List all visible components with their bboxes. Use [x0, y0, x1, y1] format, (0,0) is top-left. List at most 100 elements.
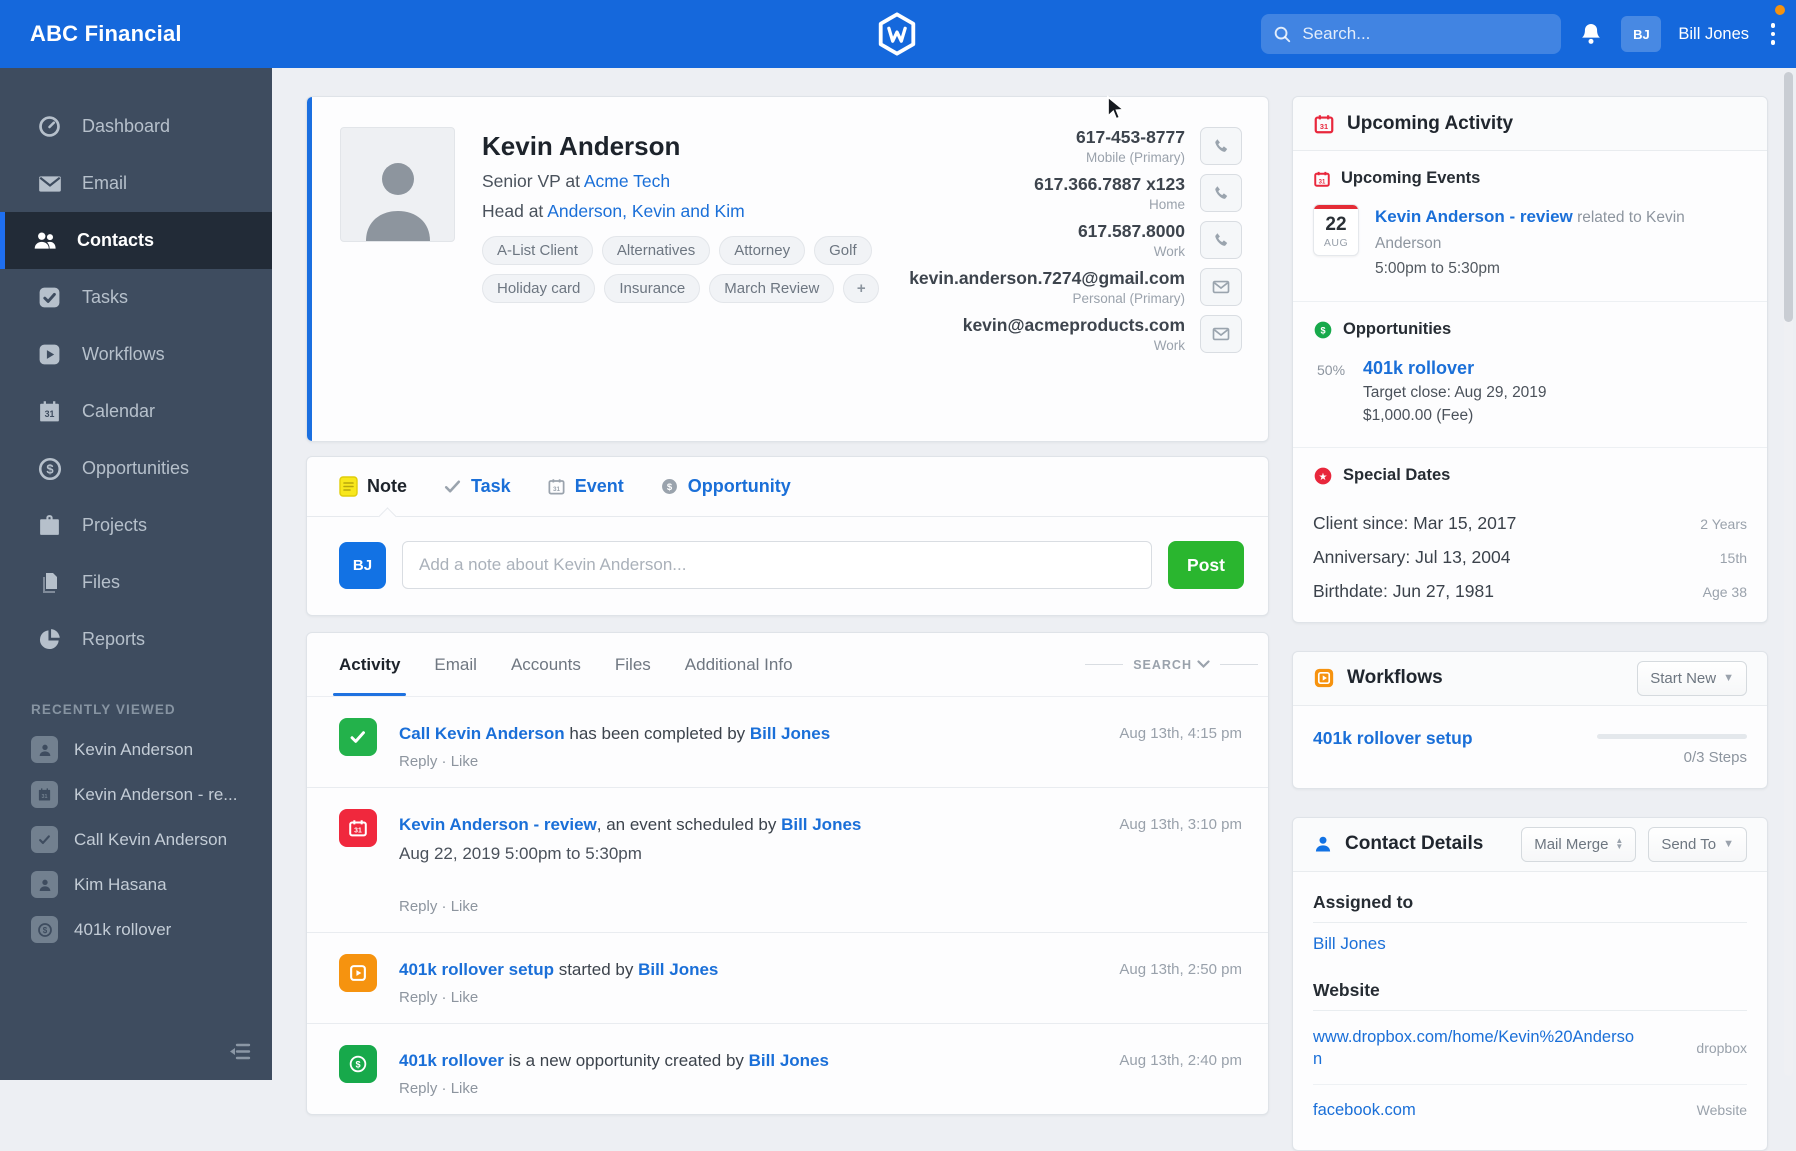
sidebar-nav: Dashboard Email Contacts Tasks Workflows… [0, 68, 272, 1080]
tab-additional-info[interactable]: Additional Info [685, 633, 793, 696]
upcoming-activity-panel: 31 Upcoming Activity 31 Upcoming Events … [1292, 96, 1768, 623]
contact-details-panel: Contact Details Mail Merge▲▼ Send To▼ As… [1292, 817, 1768, 1151]
check-icon [443, 477, 462, 496]
call-button[interactable] [1200, 127, 1242, 165]
opportunity-percent: 50% [1317, 362, 1363, 425]
feed-item-timestamp: Aug 13th, 3:10 pm [1119, 816, 1242, 915]
call-button[interactable] [1200, 221, 1242, 259]
composer-tab-opportunity[interactable]: $ Opportunity [660, 476, 791, 497]
email-entry: kevin.anderson.7274@gmail.comPersonal (P… [892, 268, 1242, 306]
send-email-button[interactable] [1200, 315, 1242, 353]
recent-item-contact[interactable]: Kevin Anderson [0, 727, 272, 772]
user-avatar[interactable]: BJ [1621, 16, 1661, 52]
recent-item-label: Kevin Anderson [74, 740, 193, 760]
feed-item-title-link[interactable]: 401k rollover setup [399, 960, 554, 979]
tag-pill[interactable]: Alternatives [602, 236, 710, 265]
event-title-link[interactable]: Kevin Anderson - review [1375, 207, 1573, 226]
call-button[interactable] [1200, 174, 1242, 212]
assignee-link[interactable]: Bill Jones [1313, 934, 1747, 954]
tab-accounts[interactable]: Accounts [511, 633, 581, 696]
like-link[interactable]: Like [451, 753, 479, 770]
sidebar-item-opportunities[interactable]: $ Opportunities [0, 440, 272, 497]
composer-tab-task[interactable]: Task [443, 476, 511, 497]
website-link[interactable]: www.dropbox.com/home/Kevin%20Anderson [1313, 1026, 1643, 1071]
actor-link[interactable]: Bill Jones [750, 724, 830, 743]
composer-tab-note[interactable]: Note [339, 476, 407, 497]
like-link[interactable]: Like [451, 1080, 479, 1097]
start-new-workflow-button[interactable]: Start New▼ [1637, 661, 1747, 696]
sidebar-item-files[interactable]: Files [0, 554, 272, 611]
reply-link[interactable]: Reply [399, 1080, 437, 1097]
opportunities-header: $ Opportunities [1293, 302, 1767, 352]
reply-link[interactable]: Reply [399, 989, 437, 1006]
search-input[interactable] [1302, 24, 1532, 44]
sidebar-item-email[interactable]: Email [0, 155, 272, 212]
tag-pill[interactable]: A-List Client [482, 236, 593, 265]
user-name[interactable]: Bill Jones [1678, 25, 1749, 44]
recent-item-event[interactable]: 31 Kevin Anderson - re... [0, 772, 272, 817]
contact-avatar[interactable] [340, 127, 455, 242]
note-input[interactable] [402, 541, 1152, 589]
calendar-icon: 31 [547, 477, 566, 496]
tag-pill[interactable]: Attorney [719, 236, 805, 265]
tag-pill[interactable]: Golf [814, 236, 872, 265]
send-to-button[interactable]: Send To▼ [1648, 827, 1747, 862]
feed-item-title-link[interactable]: Kevin Anderson - review [399, 815, 597, 834]
sidebar-item-workflows[interactable]: Workflows [0, 326, 272, 383]
tag-pill[interactable]: March Review [709, 274, 834, 303]
scrollbar-thumb[interactable] [1784, 72, 1793, 322]
sidebar-item-contacts[interactable]: Contacts [0, 212, 272, 269]
recent-item-task[interactable]: Call Kevin Anderson [0, 817, 272, 862]
sidebar-item-dashboard[interactable]: Dashboard [0, 98, 272, 155]
tab-email[interactable]: Email [434, 633, 477, 696]
tab-files[interactable]: Files [615, 633, 651, 696]
upcoming-events-header: 31 Upcoming Events [1293, 151, 1767, 200]
like-link[interactable]: Like [451, 898, 479, 915]
app-logo-icon[interactable] [874, 11, 920, 62]
like-link[interactable]: Like [451, 989, 479, 1006]
composer-tab-event[interactable]: 31 Event [547, 476, 624, 497]
brand-title: ABC Financial [30, 0, 182, 68]
feed-item-title-link[interactable]: Call Kevin Anderson [399, 724, 565, 743]
reply-link[interactable]: Reply [399, 898, 437, 915]
sidebar-item-calendar[interactable]: 31 Calendar [0, 383, 272, 440]
actor-link[interactable]: Bill Jones [781, 815, 861, 834]
recent-item-label: Kim Hasana [74, 875, 167, 895]
person-icon [31, 736, 58, 763]
tag-pill[interactable]: Holiday card [482, 274, 595, 303]
tag-pill[interactable]: Insurance [604, 274, 700, 303]
tab-activity[interactable]: Activity [339, 633, 400, 696]
sidebar-item-reports[interactable]: Reports [0, 611, 272, 668]
feed-item: Call Kevin Anderson has been completed b… [307, 697, 1268, 788]
feed-item-title-link[interactable]: 401k rollover [399, 1051, 504, 1070]
workflow-link[interactable]: 401k rollover setup [1313, 728, 1473, 749]
sidebar-item-tasks[interactable]: Tasks [0, 269, 272, 326]
page-scrollbar[interactable] [1784, 72, 1793, 1076]
recent-item-contact[interactable]: Kim Hasana [0, 862, 272, 907]
reply-link[interactable]: Reply [399, 753, 437, 770]
svg-text:$: $ [1320, 325, 1325, 335]
actor-link[interactable]: Bill Jones [638, 960, 718, 979]
notifications-bell-icon[interactable] [1578, 21, 1604, 47]
svg-text:★: ★ [1319, 472, 1328, 483]
sidebar-item-label: Projects [82, 515, 147, 536]
files-icon [36, 569, 63, 596]
add-tag-button[interactable]: + [843, 274, 879, 303]
overflow-menu-icon[interactable] [1766, 16, 1780, 52]
opportunity-link[interactable]: 401k rollover [1363, 358, 1547, 379]
sidebar-item-projects[interactable]: Projects [0, 497, 272, 554]
actor-link[interactable]: Bill Jones [749, 1051, 829, 1070]
feed-search-toggle[interactable]: SEARCH [1075, 658, 1268, 672]
company-link[interactable]: Acme Tech [584, 171, 670, 191]
event-date-badge: 22 AUG [1313, 204, 1359, 256]
sidebar-item-label: Opportunities [82, 458, 189, 479]
website-link[interactable]: facebook.com [1313, 1099, 1416, 1121]
svg-text:$: $ [46, 461, 54, 476]
household-link[interactable]: Anderson, Kevin and Kim [547, 201, 744, 221]
mail-merge-button[interactable]: Mail Merge▲▼ [1521, 827, 1636, 862]
recent-item-opportunity[interactable]: $ 401k rollover [0, 907, 272, 952]
post-button[interactable]: Post [1168, 541, 1244, 589]
sidebar-collapse-icon[interactable] [228, 1041, 252, 1068]
calendar-icon: 31 [31, 781, 58, 808]
send-email-button[interactable] [1200, 268, 1242, 306]
